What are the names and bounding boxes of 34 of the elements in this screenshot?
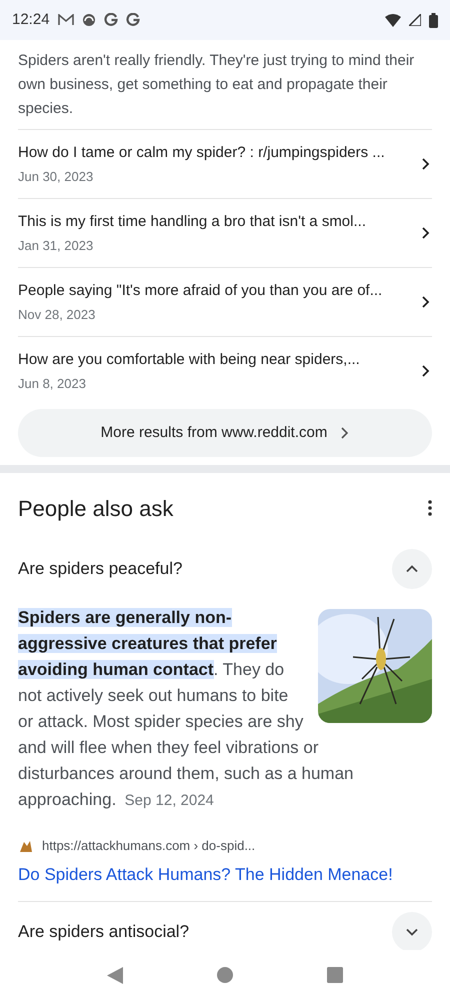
wifi-icon (385, 14, 401, 26)
result-date: Jun 8, 2023 (18, 375, 87, 393)
result-item[interactable]: How are you comfortable with being near spiders,... Jun 8, 2023 (18, 336, 432, 405)
google-icon (126, 13, 140, 27)
battery-icon (429, 12, 438, 28)
answer-text: Spiders are generally non-aggressive creatures that prefer avoiding human contact. They do not actively seek out humans to bite or attack. Most spider species are shy and will flee when they feel vibrations or disturbances around them, such as a human approaching. Sep 12, 2024 (18, 607, 354, 811)
section-title: People also ask (18, 494, 174, 523)
question-row[interactable]: Are spiders antisocial? (18, 902, 432, 950)
mail-icon (58, 14, 74, 26)
result-title: People saying "It's more afraid of you than you are of... (18, 280, 384, 300)
back-icon[interactable] (107, 966, 123, 984)
result-title: How are you comfortable with being near spiders,... (18, 350, 361, 370)
source-url: https://attackhumans.com › do-spid... (42, 837, 256, 855)
more-options-icon[interactable] (428, 500, 432, 516)
snippet-text: Spiders aren't really friendly. They're just trying to mind their own business, get something to eat and propagate their species. (18, 51, 416, 119)
question-row[interactable]: Are spiders peaceful? (18, 539, 432, 599)
result-item[interactable]: This is my first time handling a bro that isn't a smol... Jan 31, 2023 (18, 198, 432, 267)
status-time: 12:24 (12, 10, 50, 30)
google-icon (104, 13, 118, 27)
result-date: Nov 28, 2023 (18, 306, 96, 324)
more-results-button[interactable]: More results from www.reddit.com (18, 409, 432, 457)
result-date: Jan 31, 2023 (18, 237, 94, 255)
question-text: Are spiders antisocial? (18, 921, 190, 944)
home-icon[interactable] (217, 967, 233, 983)
result-title: How do I tame or calm my spider? : r/jumpingspiders ... (18, 142, 386, 162)
result-item[interactable]: How do I tame or calm my spider? : r/jumpingspiders ... Jun 30, 2023 (18, 129, 432, 198)
source-link[interactable]: Do Spiders Attack Humans? The Hidden Menace! (18, 862, 432, 887)
chevron-right-icon (339, 427, 350, 439)
gauge-icon (82, 13, 96, 27)
result-item[interactable]: People saying "It's more afraid of you than you are of... Nov 28, 2023 (18, 267, 432, 336)
result-date: Jun 30, 2023 (18, 168, 94, 186)
question-text: Are spiders peaceful? (18, 558, 182, 580)
result-title: This is my first time handling a bro that isn't a smol... (18, 212, 367, 232)
signal-icon (409, 14, 421, 26)
